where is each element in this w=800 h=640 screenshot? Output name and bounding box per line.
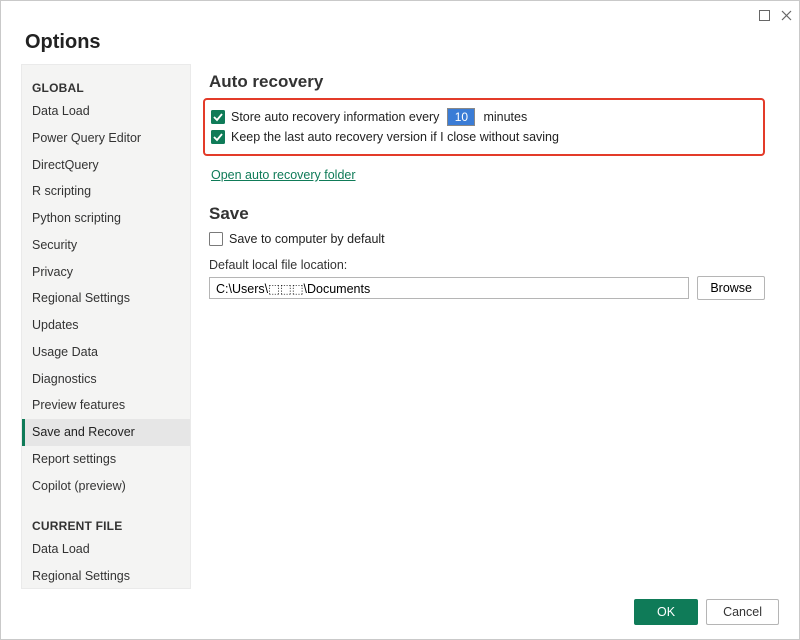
cancel-button[interactable]: Cancel [706,599,779,625]
label-store-info-suffix: minutes [483,110,527,124]
sidebar-item-regional-settings[interactable]: Regional Settings [22,285,190,312]
checkbox-store-info[interactable] [211,110,225,124]
sidebar-item-updates[interactable]: Updates [22,312,190,339]
sidebar-item-r-scripting[interactable]: R scripting [22,178,190,205]
ok-button[interactable]: OK [634,599,698,625]
highlight-auto-recovery: Store auto recovery information every mi… [203,98,765,156]
maximize-icon[interactable] [757,8,771,22]
checkbox-save-to-computer[interactable] [209,232,223,246]
sidebar-item-python-scripting[interactable]: Python scripting [22,205,190,232]
checkbox-row-store-info: Store auto recovery information every mi… [211,106,753,128]
close-icon[interactable] [779,8,793,22]
input-autorecovery-minutes[interactable] [447,108,475,126]
dialog-title: Options [25,31,775,54]
link-open-recovery-folder[interactable]: Open auto recovery folder [211,168,356,182]
checkbox-row-keep-last: Keep the last auto recovery version if I… [211,128,753,146]
sidebar-item-privacy[interactable]: Privacy [22,259,190,286]
row-default-location: Browse [209,276,765,300]
sidebar-item-data-load[interactable]: Data Load [22,536,190,563]
sidebar-item-security[interactable]: Security [22,232,190,259]
options-dialog: Options GLOBALData LoadPower Query Edito… [0,0,800,640]
sidebar: GLOBALData LoadPower Query EditorDirectQ… [21,64,191,589]
sidebar-item-save-and-recover[interactable]: Save and Recover [22,419,190,446]
sidebar-item-diagnostics[interactable]: Diagnostics [22,366,190,393]
sidebar-item-power-query-editor[interactable]: Power Query Editor [22,125,190,152]
sidebar-item-directquery[interactable]: DirectQuery [22,152,190,179]
label-store-info-prefix: Store auto recovery information every [231,110,439,124]
checkbox-row-save-to-computer: Save to computer by default [209,230,765,248]
sidebar-item-usage-data[interactable]: Usage Data [22,339,190,366]
dialog-footer: OK Cancel [1,589,799,639]
dialog-header: Options [1,27,799,64]
sidebar-item-regional-settings[interactable]: Regional Settings [22,563,190,589]
sidebar-item-copilot-preview-[interactable]: Copilot (preview) [22,473,190,500]
input-default-location[interactable] [209,277,689,299]
sidebar-section-header: GLOBAL [22,75,190,98]
section-title-save: Save [209,204,765,224]
label-default-location: Default local file location: [209,258,765,272]
label-keep-last: Keep the last auto recovery version if I… [231,130,559,144]
checkbox-keep-last[interactable] [211,130,225,144]
sidebar-item-report-settings[interactable]: Report settings [22,446,190,473]
titlebar [1,1,799,27]
sidebar-item-data-load[interactable]: Data Load [22,98,190,125]
sidebar-section-header: CURRENT FILE [22,513,190,536]
browse-button[interactable]: Browse [697,276,765,300]
content-panel: Auto recovery Store auto recovery inform… [191,64,779,589]
section-title-auto-recovery: Auto recovery [209,72,765,92]
sidebar-item-preview-features[interactable]: Preview features [22,392,190,419]
label-save-to-computer: Save to computer by default [229,232,385,246]
